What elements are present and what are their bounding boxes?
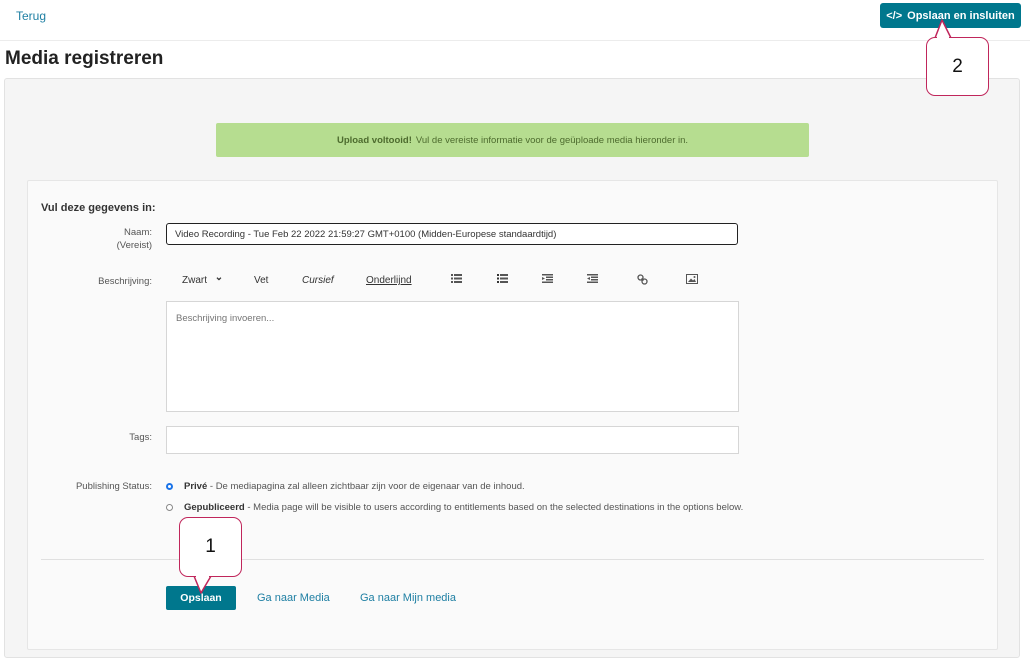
alert-text: Vul de vereiste informatie voor de geüpl…	[415, 134, 689, 146]
publishing-option-private[interactable]: Privé - De mediapagina zal alleen zichtb…	[166, 481, 525, 492]
link-icon[interactable]	[637, 274, 648, 288]
form-heading: Vul deze gegevens in:	[41, 202, 156, 214]
chevron-down-icon: ⌄	[214, 272, 224, 283]
name-input[interactable]	[166, 223, 738, 245]
description-label: Beschrijving:	[98, 276, 152, 287]
form-panel	[27, 180, 998, 650]
save-and-embed-label: Opslaan en insluiten	[907, 9, 1015, 22]
italic-button[interactable]: Cursief	[302, 275, 334, 286]
image-icon[interactable]	[686, 274, 698, 287]
save-button[interactable]: Opslaan	[166, 586, 236, 610]
upload-complete-alert: Upload voltooid! Vul de vereiste informa…	[216, 123, 809, 157]
bold-button[interactable]: Vet	[254, 275, 268, 286]
font-color-label: Zwart	[182, 275, 207, 286]
tags-input[interactable]	[166, 426, 739, 454]
underline-button[interactable]: Onderlijnd	[366, 275, 412, 286]
description-textarea[interactable]	[166, 301, 739, 412]
publishing-status-label: Publishing Status:	[75, 481, 152, 492]
go-to-my-media-link[interactable]: Ga naar Mijn media	[360, 592, 456, 604]
callout-2: 2	[926, 37, 989, 96]
font-color-select[interactable]: Zwart ⌄	[182, 272, 224, 286]
indent-icon[interactable]	[587, 274, 598, 286]
callout-1: 1	[179, 517, 242, 577]
save-and-embed-button[interactable]: </> Opslaan en insluiten	[880, 3, 1021, 28]
published-radio[interactable]	[166, 504, 173, 511]
alert-title: Upload voltooid!	[336, 134, 412, 146]
go-to-media-link[interactable]: Ga naar Media	[257, 592, 330, 604]
bullet-list-icon[interactable]	[451, 274, 462, 286]
published-option-text: Gepubliceerd - Media page will be visibl…	[184, 502, 744, 513]
numbered-list-icon[interactable]	[497, 274, 508, 286]
tags-label: Tags:	[129, 432, 152, 443]
private-radio[interactable]	[166, 483, 173, 490]
name-label-group: Naam: (Vereist)	[117, 226, 152, 252]
outdent-icon[interactable]	[542, 274, 553, 286]
code-icon: </>	[886, 9, 903, 22]
back-link[interactable]: Terug	[16, 9, 46, 23]
page-title: Media registreren	[5, 48, 164, 69]
header-divider	[0, 40, 1030, 41]
private-option-text: Privé - De mediapagina zal alleen zichtb…	[184, 481, 525, 492]
publishing-option-published[interactable]: Gepubliceerd - Media page will be visibl…	[166, 502, 743, 513]
name-required-label: (Vereist)	[116, 240, 152, 251]
name-label: Naam:	[124, 227, 152, 238]
